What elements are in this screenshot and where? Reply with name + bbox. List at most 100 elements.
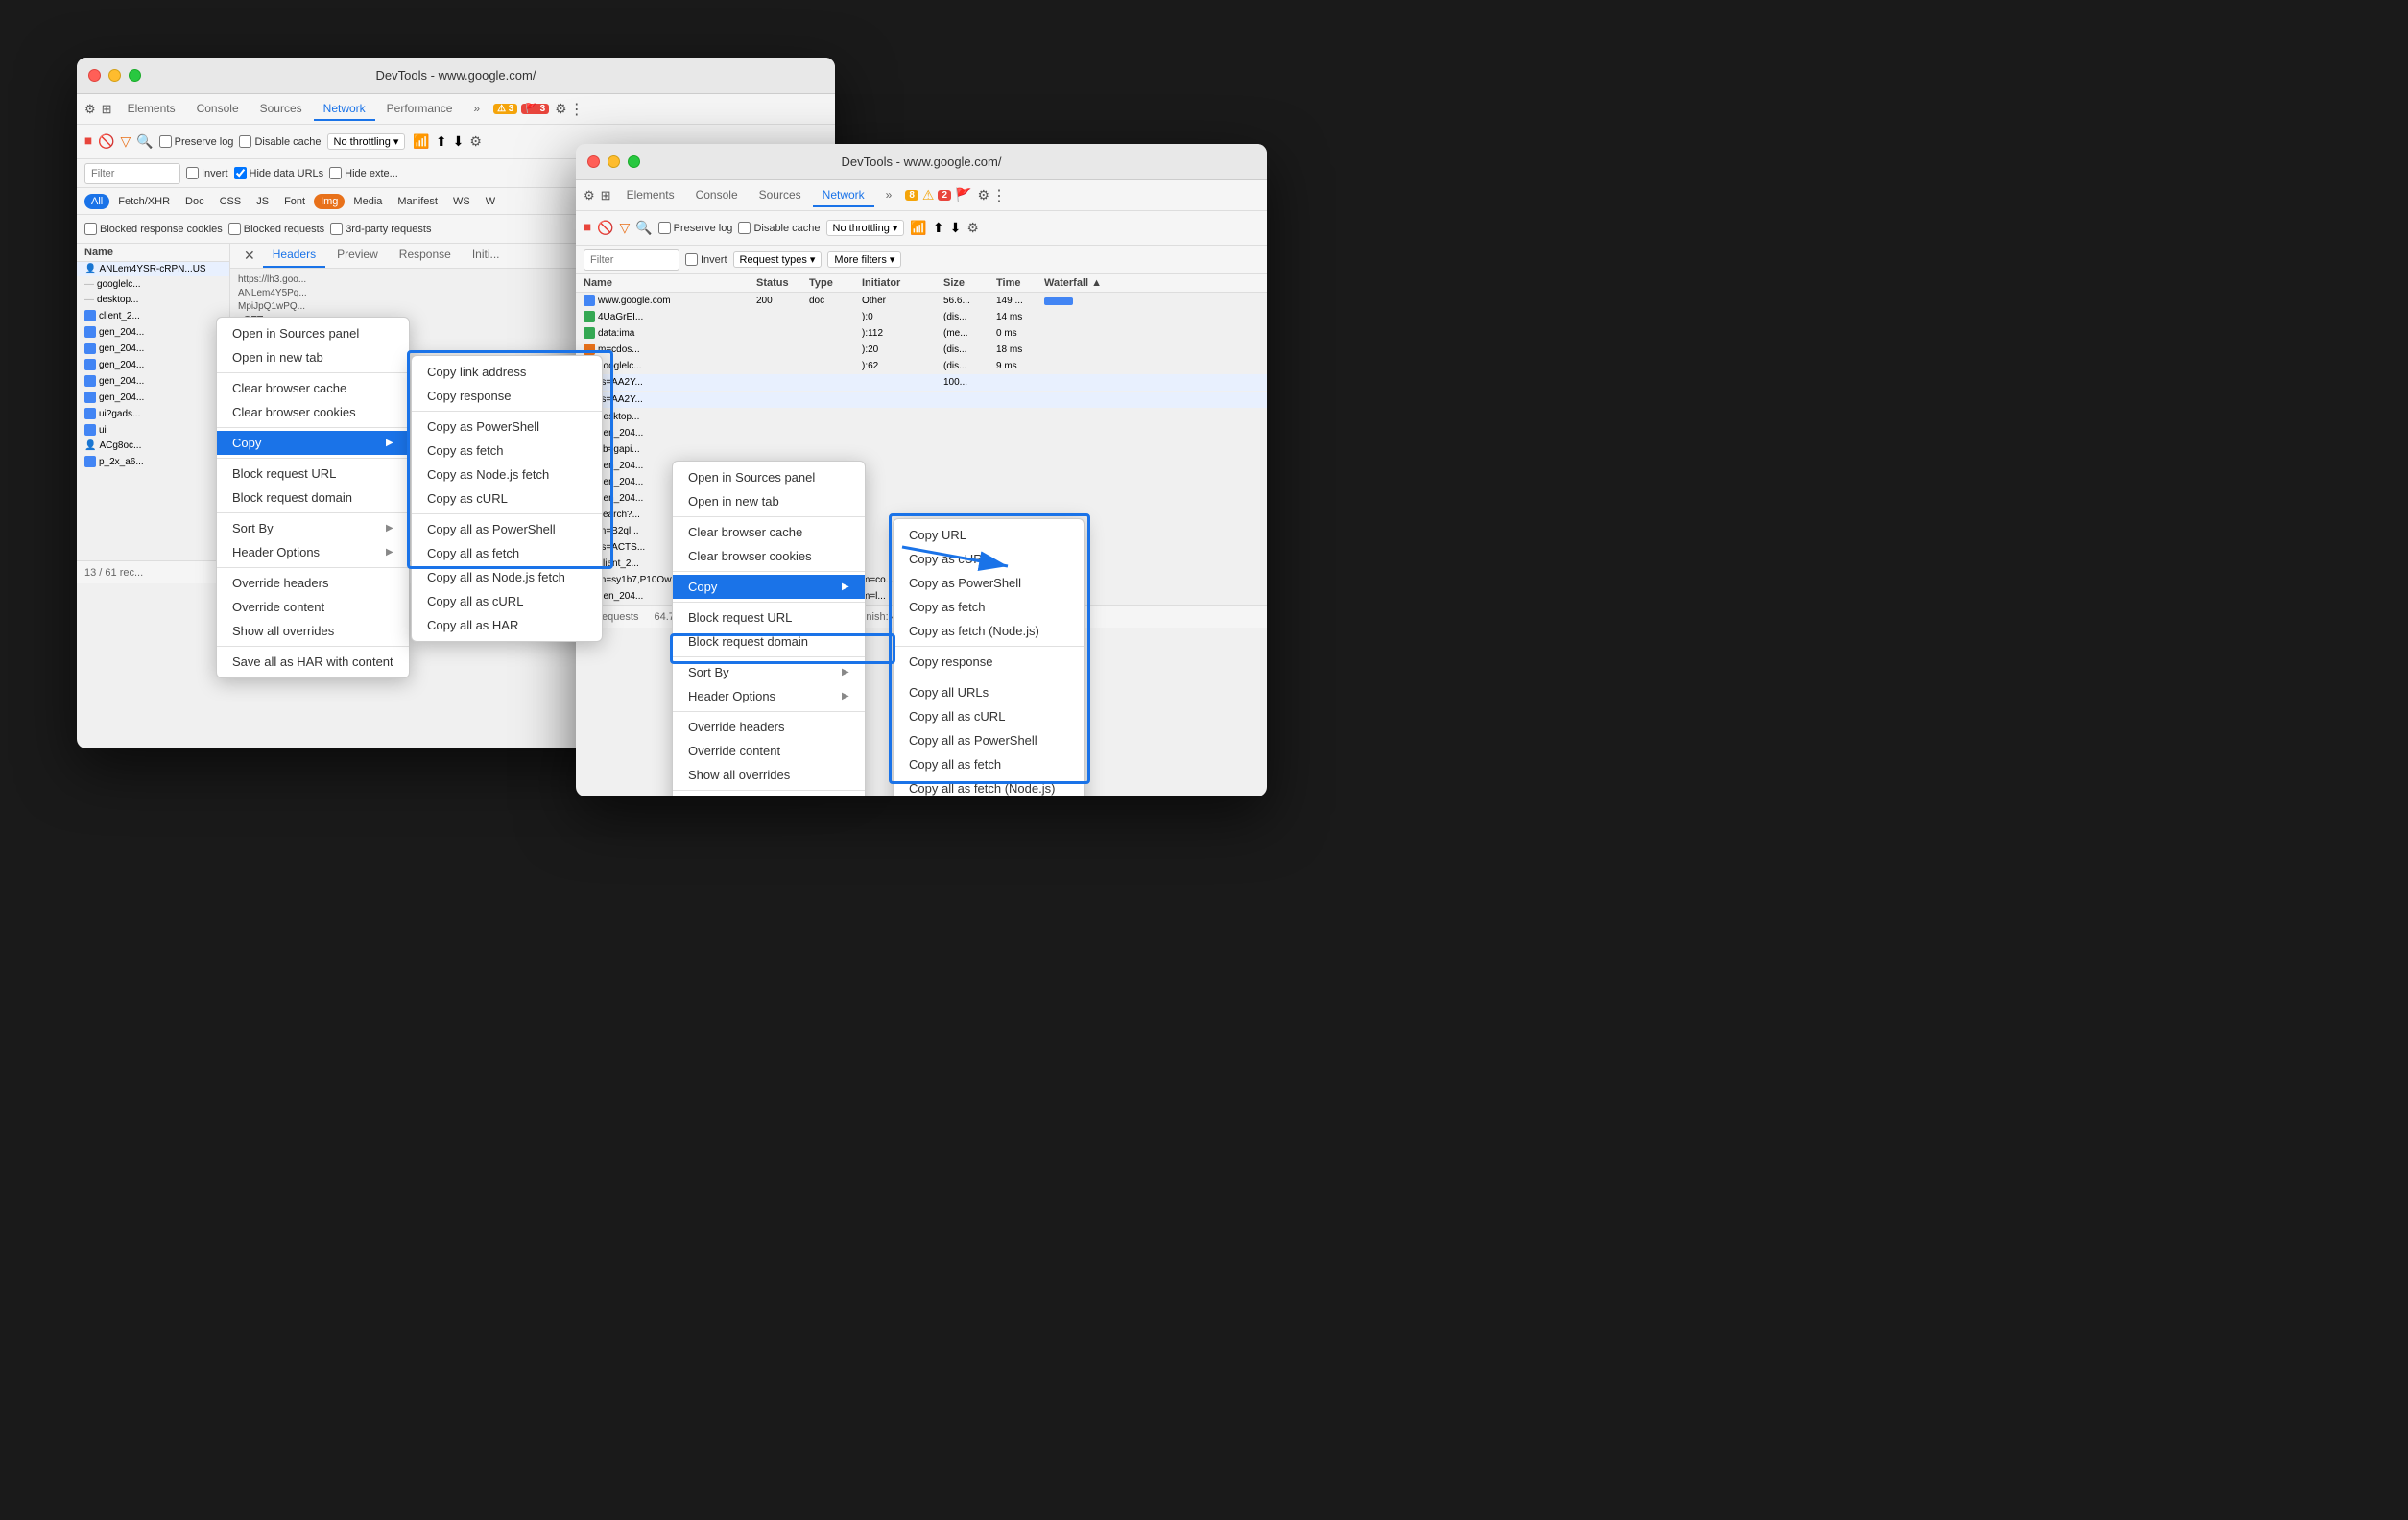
sub-copy-fetch-node-2[interactable]: Copy as fetch (Node.js) xyxy=(894,619,1084,643)
ctx-block-domain-2[interactable]: Block request domain xyxy=(673,629,865,653)
sub-copy-all-fetch-2[interactable]: Copy all as fetch xyxy=(894,752,1084,776)
net-row-w8[interactable]: desktop... xyxy=(576,409,1267,425)
type-img-1[interactable]: Img xyxy=(314,194,345,209)
panel-tab-headers-1[interactable]: Headers xyxy=(263,244,325,268)
disable-cache-cb-2[interactable] xyxy=(738,222,751,234)
sub-copy-all-har-1[interactable]: Copy all as HAR xyxy=(412,613,602,637)
close-button-2[interactable] xyxy=(587,155,600,168)
preserve-log-2[interactable]: Preserve log xyxy=(658,222,733,234)
ctx-open-tab-1[interactable]: Open in new tab xyxy=(217,345,409,369)
net-row-10[interactable]: ui?gads... xyxy=(77,406,229,422)
gear-icon-1[interactable]: ⚙ xyxy=(555,101,567,117)
upload-icon-2[interactable]: ⬆ xyxy=(933,220,944,236)
ctx-block-domain-1[interactable]: Block request domain xyxy=(217,486,409,510)
ctx-header-opts-2[interactable]: Header Options ▶ xyxy=(673,684,865,708)
type-media-1[interactable]: Media xyxy=(346,194,389,209)
submenu-1[interactable]: Copy link address Copy response Copy as … xyxy=(411,355,603,642)
type-manifest-1[interactable]: Manifest xyxy=(391,194,444,209)
sub-copy-fetch-1[interactable]: Copy as fetch xyxy=(412,439,602,463)
stop-btn-2[interactable]: ⏹ xyxy=(584,220,591,237)
settings-icon-2[interactable]: ⚙ xyxy=(966,220,979,236)
net-row-8[interactable]: gen_204... xyxy=(77,373,229,390)
minimize-button-2[interactable] xyxy=(608,155,620,168)
net-row-11[interactable]: ui xyxy=(77,422,229,439)
ctx-block-url-1[interactable]: Block request URL xyxy=(217,462,409,486)
filter-input-2[interactable] xyxy=(584,249,679,271)
net-row-w5[interactable]: googlelc... ):62 (dis... 9 ms xyxy=(576,358,1267,374)
net-row-w10[interactable]: cb=gapi... xyxy=(576,441,1267,458)
ctx-open-sources-1[interactable]: Open in Sources panel xyxy=(217,321,409,345)
invert-cb-2[interactable] xyxy=(685,253,698,266)
preserve-log-1[interactable]: Preserve log xyxy=(159,135,234,148)
sub-copy-all-urls-2[interactable]: Copy all URLs xyxy=(894,680,1084,704)
more-icon-1[interactable]: ⋮ xyxy=(569,100,584,119)
search-btn-2[interactable]: 🔍 xyxy=(635,220,652,236)
invert-checkbox-2[interactable]: Invert xyxy=(685,253,727,266)
throttle-select-2[interactable]: No throttling ▾ xyxy=(826,220,905,236)
preserve-log-checkbox-1[interactable] xyxy=(159,135,172,148)
net-row-6[interactable]: gen_204... xyxy=(77,341,229,357)
invert-cb-1[interactable] xyxy=(186,167,199,179)
net-row-w6[interactable]: rs=AA2Y... 100... xyxy=(576,374,1267,392)
ctx-override-content-2[interactable]: Override content xyxy=(673,739,865,763)
sub-copy-all-fetch-1[interactable]: Copy all as fetch xyxy=(412,541,602,565)
submenu-2[interactable]: Copy URL Copy as cURL Copy as PowerShell… xyxy=(893,518,1085,796)
more-filters-btn-2[interactable]: More filters ▾ xyxy=(827,251,901,268)
blocked-cookies-cb-1[interactable] xyxy=(84,223,97,235)
sub-copy-all-curl-1[interactable]: Copy all as cURL xyxy=(412,589,602,613)
sub-copy-ps-1[interactable]: Copy as PowerShell xyxy=(412,415,602,439)
tab-sources-2[interactable]: Sources xyxy=(750,184,811,207)
sub-copy-curl-2[interactable]: Copy as cURL xyxy=(894,547,1084,571)
request-types-btn-2[interactable]: Request types ▾ xyxy=(733,251,823,268)
hide-data-cb-1[interactable] xyxy=(234,167,247,179)
ctx-override-content-1[interactable]: Override content xyxy=(217,595,409,619)
ctx-open-tab-2[interactable]: Open in new tab xyxy=(673,489,865,513)
download-icon-1[interactable]: ⬇ xyxy=(453,133,465,150)
download-icon-2[interactable]: ⬇ xyxy=(950,220,962,236)
tab-elements-1[interactable]: Elements xyxy=(118,98,185,121)
preserve-log-cb-2[interactable] xyxy=(658,222,671,234)
net-row-w2[interactable]: 4UaGrEI... ):0 (dis... 14 ms xyxy=(576,309,1267,325)
sub-copy-all-ps-2[interactable]: Copy all as PowerShell xyxy=(894,728,1084,752)
ctx-show-overrides-1[interactable]: Show all overrides xyxy=(217,619,409,643)
tab-console-2[interactable]: Console xyxy=(686,184,748,207)
net-row-w7[interactable]: rs=AA2Y... xyxy=(576,392,1267,409)
more-icon-2[interactable]: ⋮ xyxy=(991,186,1007,205)
type-css-1[interactable]: CSS xyxy=(213,194,249,209)
net-row-w1[interactable]: www.google.com 200 doc Other 56.6... 149… xyxy=(576,293,1267,309)
net-row-w3[interactable]: data:ima ):112 (me... 0 ms xyxy=(576,325,1267,342)
ctx-clear-cookies-1[interactable]: Clear browser cookies xyxy=(217,400,409,424)
clear-btn-1[interactable]: 🚫 xyxy=(98,133,114,150)
net-row-5[interactable]: gen_204... xyxy=(77,324,229,341)
net-row-1[interactable]: 👤 ANLem4YSR-cRPN...US xyxy=(77,262,229,277)
ctx-save-har-1[interactable]: Save all as HAR with content xyxy=(217,650,409,674)
third-party-1[interactable]: 3rd-party requests xyxy=(330,223,431,235)
ctx-show-overrides-2[interactable]: Show all overrides xyxy=(673,763,865,787)
close-panel-btn-1[interactable]: ✕ xyxy=(238,244,261,268)
invert-checkbox-1[interactable]: Invert xyxy=(186,167,228,179)
sub-copy-all-curl-2[interactable]: Copy all as cURL xyxy=(894,704,1084,728)
maximize-button-1[interactable] xyxy=(129,69,141,82)
tab-sources-1[interactable]: Sources xyxy=(250,98,312,121)
tab-performance-1[interactable]: Performance xyxy=(377,98,463,121)
sub-copy-link-1[interactable]: Copy link address xyxy=(412,360,602,384)
ctx-block-url-2[interactable]: Block request URL xyxy=(673,606,865,629)
disable-cache-1[interactable]: Disable cache xyxy=(239,135,321,148)
disable-cache-2[interactable]: Disable cache xyxy=(738,222,820,234)
sub-copy-response-2[interactable]: Copy response xyxy=(894,650,1084,674)
sub-copy-all-node-1[interactable]: Copy all as Node.js fetch xyxy=(412,565,602,589)
context-menu-2[interactable]: Open in Sources panel Open in new tab Cl… xyxy=(672,461,866,796)
ctx-header-opts-1[interactable]: Header Options ▶ xyxy=(217,540,409,564)
sub-copy-fetch-2[interactable]: Copy as fetch xyxy=(894,595,1084,619)
tab-network-1[interactable]: Network xyxy=(314,98,375,121)
tab-more-1[interactable]: » xyxy=(464,98,489,121)
type-w-1[interactable]: W xyxy=(479,194,502,209)
ctx-override-headers-1[interactable]: Override headers xyxy=(217,571,409,595)
sub-copy-node-1[interactable]: Copy as Node.js fetch xyxy=(412,463,602,487)
net-row-w4[interactable]: m=cdos... ):20 (dis... 18 ms xyxy=(576,342,1267,358)
ctx-save-har-2[interactable]: Save all as HAR with content xyxy=(673,794,865,796)
ctx-clear-cookies-2[interactable]: Clear browser cookies xyxy=(673,544,865,568)
ctx-sort-by-1[interactable]: Sort By ▶ xyxy=(217,516,409,540)
devtools-window-2[interactable]: DevTools - www.google.com/ ⚙ ⊞ Elements … xyxy=(576,144,1267,796)
settings-icon-1[interactable]: ⚙ xyxy=(469,133,482,150)
